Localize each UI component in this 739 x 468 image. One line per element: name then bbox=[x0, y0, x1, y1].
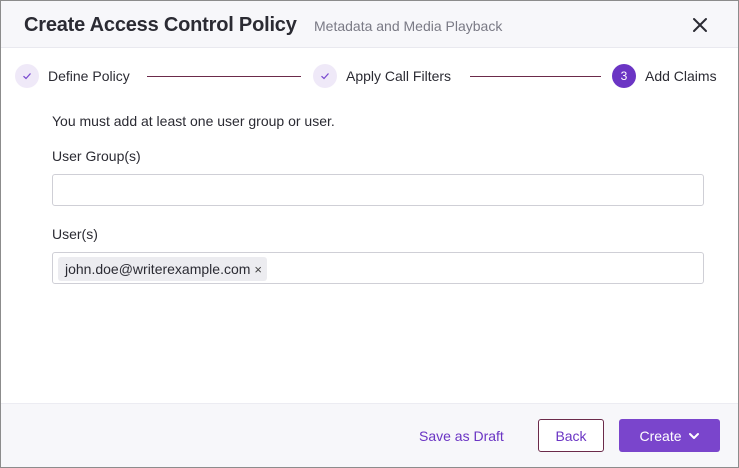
user-groups-label: User Group(s) bbox=[52, 148, 141, 164]
validation-notice: You must add at least one user group or … bbox=[52, 113, 335, 129]
chip-remove-icon[interactable]: × bbox=[254, 263, 262, 276]
step-2-label[interactable]: Apply Call Filters bbox=[346, 68, 451, 84]
step-1-check-icon bbox=[15, 64, 39, 88]
step-2-check-icon bbox=[313, 64, 337, 88]
back-button[interactable]: Back bbox=[538, 419, 604, 452]
create-button[interactable]: Create bbox=[619, 419, 720, 452]
dialog-subtitle: Metadata and Media Playback bbox=[314, 18, 503, 34]
back-button-label: Back bbox=[555, 427, 587, 444]
step-connector bbox=[470, 76, 601, 77]
step-3-label[interactable]: Add Claims bbox=[645, 68, 717, 84]
step-connector bbox=[147, 76, 301, 77]
create-policy-dialog: Create Access Control Policy Metadata an… bbox=[0, 0, 739, 468]
close-icon bbox=[693, 18, 707, 32]
user-groups-input[interactable] bbox=[53, 175, 703, 205]
close-button[interactable] bbox=[688, 13, 712, 37]
dialog-header: Create Access Control Policy Metadata an… bbox=[1, 1, 738, 48]
save-draft-button[interactable]: Save as Draft bbox=[419, 428, 504, 444]
chevron-down-icon bbox=[688, 432, 699, 439]
users-label: User(s) bbox=[52, 226, 98, 242]
dialog-title: Create Access Control Policy bbox=[24, 14, 297, 36]
dialog-footer: Save as Draft Back Create bbox=[1, 403, 738, 467]
create-button-label: Create bbox=[639, 427, 682, 444]
user-chip-label: john.doe@writerexample.com bbox=[65, 261, 251, 277]
user-groups-field bbox=[52, 174, 704, 206]
step-3-number: 3 bbox=[612, 64, 636, 88]
step-1-label[interactable]: Define Policy bbox=[48, 68, 130, 84]
stepper: Define Policy Apply Call Filters 3 Add C… bbox=[1, 48, 738, 104]
user-chip: john.doe@writerexample.com × bbox=[58, 257, 267, 281]
users-field[interactable]: john.doe@writerexample.com × bbox=[52, 252, 704, 284]
